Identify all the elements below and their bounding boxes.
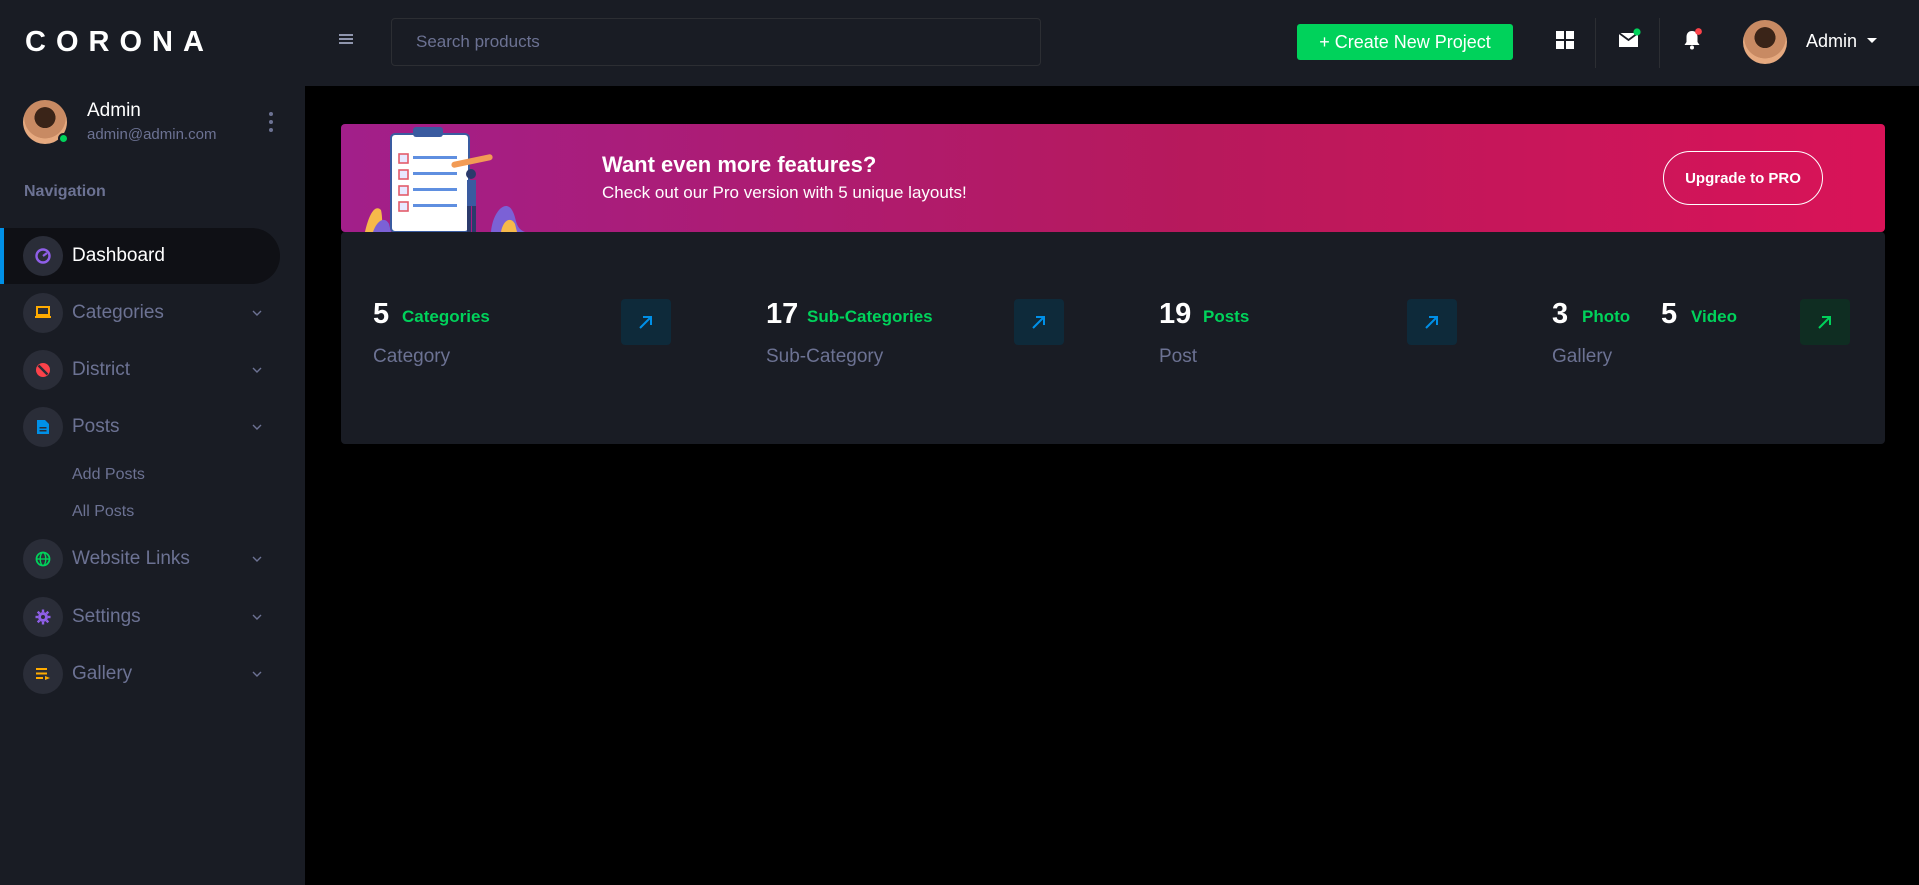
arrow-top-right-icon <box>639 316 652 329</box>
top-navbar: + Create New Project Admin <box>305 0 1919 86</box>
stat-value: 19 <box>1159 298 1192 330</box>
stat-value: 5 <box>373 298 390 330</box>
chevron-down-icon <box>252 556 262 562</box>
banner-title: Want even more features? <box>602 152 877 177</box>
stat-value-video: 5 <box>1661 298 1678 330</box>
upgrade-banner: Want even more features? Check out our P… <box>341 124 1885 232</box>
stat-label-photo: Photo <box>1582 307 1631 326</box>
sidebar-item-website-links[interactable]: Website Links <box>0 531 280 587</box>
sidebar-item-label: Settings <box>72 606 141 627</box>
sidebar-item-gallery[interactable]: Gallery <box>0 646 280 702</box>
block-icon <box>23 350 63 390</box>
stat-card-gallery: 3 Photo 5 Video Gallery <box>1520 232 1906 444</box>
divider <box>1595 18 1596 68</box>
sidebar-item-label: District <box>72 359 131 380</box>
caret-down-icon[interactable] <box>1867 38 1877 43</box>
globe-icon <box>23 539 63 579</box>
sidebar-item-label: Gallery <box>72 663 133 684</box>
stat-label: Categories <box>402 307 490 326</box>
nav-heading: Navigation <box>24 183 106 200</box>
stat-arrow-button[interactable] <box>1014 299 1064 345</box>
upgrade-to-pro-button[interactable]: Upgrade to PRO <box>1663 151 1823 205</box>
more-vertical-icon[interactable] <box>263 110 279 134</box>
stat-arrow-button[interactable] <box>1800 299 1850 345</box>
sidebar-item-posts[interactable]: Posts <box>0 399 280 455</box>
stat-label: Posts <box>1203 307 1250 326</box>
online-status-indicator <box>58 133 69 144</box>
user-avatar[interactable] <box>1743 20 1787 64</box>
arrow-top-right-icon <box>1425 316 1438 329</box>
banner-subtitle: Check out our Pro version with 5 unique … <box>602 183 967 202</box>
sidebar-item-dashboard[interactable]: Dashboard <box>0 228 280 284</box>
stat-arrow-button[interactable] <box>621 299 671 345</box>
avatar[interactable] <box>23 100 69 144</box>
sidebar-item-settings[interactable]: Settings <box>0 589 280 645</box>
grid-icon[interactable] <box>1553 28 1577 52</box>
mail-icon[interactable] <box>1617 28 1641 52</box>
sidebar: CORONA Admin admin@admin.com Navigation … <box>0 0 305 885</box>
brand-logo[interactable]: CORONA <box>25 26 214 59</box>
sidebar-item-label: Dashboard <box>72 245 165 266</box>
menu-toggle-icon[interactable] <box>339 34 353 44</box>
file-icon <box>23 407 63 447</box>
chevron-down-icon <box>252 671 262 677</box>
profile-email: admin@admin.com <box>87 126 217 143</box>
chevron-down-icon <box>252 614 262 620</box>
laptop-icon <box>23 293 63 333</box>
stat-subtitle: Post <box>1159 346 1198 367</box>
stat-subtitle: Category <box>373 346 451 367</box>
checklist-illustration <box>365 127 525 232</box>
stat-card-sub-categories: 17 Sub-Categories Sub-Category <box>734 232 1120 444</box>
arrow-top-right-icon <box>1818 316 1831 329</box>
gear-icon <box>23 597 63 637</box>
search-input[interactable] <box>391 18 1041 66</box>
sidebar-item-label: Posts <box>72 416 120 437</box>
sidebar-profile: Admin admin@admin.com <box>23 100 283 146</box>
chevron-down-icon <box>252 367 262 373</box>
stat-arrow-button[interactable] <box>1407 299 1457 345</box>
playlist-icon <box>23 654 63 694</box>
chevron-down-icon <box>252 424 262 430</box>
stat-card-posts: 19 Posts Post <box>1127 232 1513 444</box>
stat-value: 17 <box>766 298 799 330</box>
stat-subtitle: Sub-Category <box>766 346 884 367</box>
stat-label: Sub-Categories <box>807 307 933 326</box>
sidebar-item-district[interactable]: District <box>0 342 280 398</box>
stat-card-categories: 5 Categories Category <box>341 232 727 444</box>
sidebar-item-categories[interactable]: Categories <box>0 285 280 341</box>
sidebar-item-label: Website Links <box>72 548 190 569</box>
create-new-project-button[interactable]: + Create New Project <box>1297 24 1513 60</box>
arrow-top-right-icon <box>1032 316 1045 329</box>
stat-subtitle: Gallery <box>1552 346 1613 367</box>
sidebar-subitem-all-posts[interactable]: All Posts <box>72 503 134 521</box>
sidebar-item-label: Categories <box>72 302 164 323</box>
divider <box>1659 18 1660 68</box>
stat-value-photo: 3 <box>1552 298 1569 330</box>
bell-icon[interactable] <box>1680 28 1704 52</box>
stat-label-video: Video <box>1691 307 1737 326</box>
profile-name: Admin <box>87 100 141 121</box>
stats-panel: 5 Categories Category 17 Sub-Categories … <box>341 232 1885 444</box>
user-menu-name[interactable]: Admin <box>1806 31 1857 52</box>
speedometer-icon <box>23 236 63 276</box>
chevron-down-icon <box>252 310 262 316</box>
sidebar-subitem-add-posts[interactable]: Add Posts <box>72 466 145 484</box>
